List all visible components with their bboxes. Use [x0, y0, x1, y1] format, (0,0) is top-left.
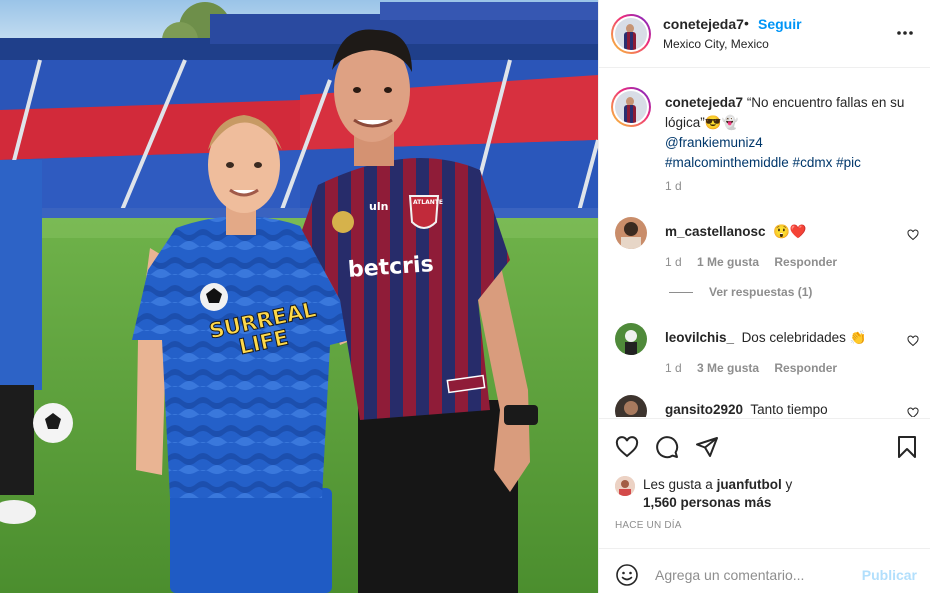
- comment-username[interactable]: m_castellanosc: [665, 224, 766, 239]
- comment-time: 1 d: [665, 255, 682, 269]
- bookmark-icon[interactable]: [895, 435, 919, 459]
- commenter-avatar[interactable]: [615, 395, 647, 417]
- heart-icon[interactable]: [907, 335, 919, 347]
- liker-avatar: [615, 476, 635, 496]
- post-side-panel: conetejeda7 • Seguir Mexico City, Mexico…: [598, 0, 930, 593]
- comment-text: Tanto tiempo: [750, 402, 828, 417]
- replies-divider: [669, 291, 693, 293]
- post-actions: Les gusta a juanfutbol y 1,560 personas …: [599, 418, 930, 548]
- likes-prefix: Les gusta a: [643, 477, 717, 492]
- add-comment-bar: Publicar: [599, 548, 930, 593]
- reply-button[interactable]: Responder: [774, 361, 837, 375]
- heart-icon[interactable]: [615, 435, 639, 459]
- comment-text: Dos celebridades 👏: [741, 330, 867, 345]
- caption-hashtags[interactable]: #malcominthemiddle #cdmx #pic: [665, 155, 861, 170]
- jersey-brand-text: uln: [369, 200, 388, 213]
- heart-icon[interactable]: [907, 229, 919, 241]
- comment-input[interactable]: [655, 561, 855, 589]
- emoji-icon[interactable]: [615, 563, 639, 587]
- caption-mention[interactable]: @frankiemuniz4: [665, 135, 763, 150]
- liker-username[interactable]: juanfutbol: [717, 477, 782, 492]
- caption-time: 1 d: [665, 179, 682, 193]
- reply-button[interactable]: Responder: [774, 255, 837, 269]
- comment-likes[interactable]: 1 Me gusta: [697, 255, 759, 269]
- share-icon[interactable]: [695, 435, 719, 459]
- view-replies-label: Ver respuestas (1): [709, 285, 813, 299]
- comment-time: 1 d: [665, 361, 682, 375]
- commenter-avatar[interactable]: [615, 323, 647, 355]
- header-separator: •: [744, 15, 749, 31]
- post-header: conetejeda7 • Seguir Mexico City, Mexico: [599, 0, 930, 68]
- caption-username[interactable]: conetejeda7: [665, 95, 743, 110]
- heart-icon[interactable]: [907, 407, 919, 417]
- comment-text: 😲❤️: [773, 224, 807, 239]
- post-location[interactable]: Mexico City, Mexico: [663, 37, 769, 51]
- comment-username[interactable]: leovilchis_: [665, 330, 734, 345]
- likes-summary[interactable]: Les gusta a juanfutbol y 1,560 personas …: [615, 476, 792, 512]
- caption-avatar[interactable]: [611, 87, 651, 127]
- comment-icon[interactable]: [655, 435, 679, 459]
- post-timestamp[interactable]: HACE UN DÍA: [615, 520, 682, 531]
- more-icon[interactable]: [896, 24, 914, 42]
- likes-count[interactable]: 1,560 personas más: [643, 495, 771, 510]
- comment-likes[interactable]: 3 Me gusta: [697, 361, 759, 375]
- caption-text-block: conetejeda7 “No encuentro fallas en su l…: [665, 93, 915, 173]
- view-replies-button[interactable]: Ver respuestas (1): [669, 285, 812, 299]
- commenter-avatar[interactable]: [615, 217, 647, 249]
- stadium-photo-illustration: SURREAL LIFE ATLANTE uln betcris: [0, 0, 598, 593]
- publish-button[interactable]: Publicar: [862, 567, 917, 583]
- post-photo[interactable]: SURREAL LIFE ATLANTE uln betcris: [0, 0, 598, 593]
- likes-suffix: y: [781, 477, 793, 492]
- crest-text: ATLANTE: [413, 199, 443, 206]
- author-username[interactable]: conetejeda7: [663, 16, 744, 32]
- comments-list[interactable]: conetejeda7 “No encuentro fallas en su l…: [599, 69, 930, 417]
- follow-button[interactable]: Seguir: [758, 16, 802, 32]
- comment-username[interactable]: gansito2920: [665, 402, 743, 417]
- author-avatar[interactable]: [611, 14, 651, 54]
